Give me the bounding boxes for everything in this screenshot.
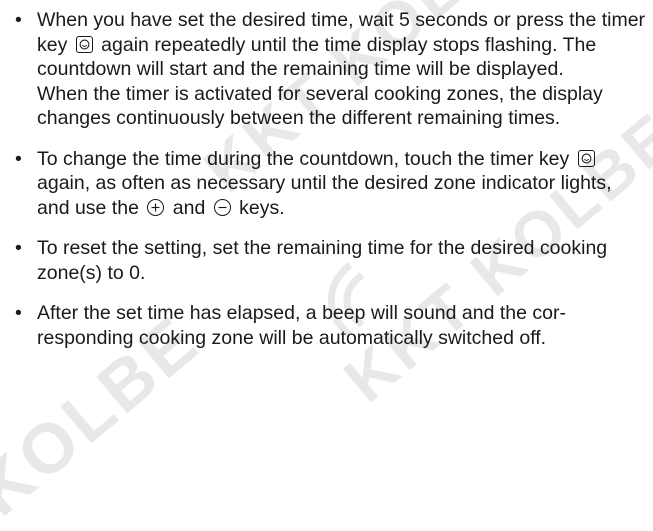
paragraph: To reset the setting, set the remaining … xyxy=(37,237,608,284)
list-item: • To change the time during the countdow… xyxy=(14,147,646,221)
bullet: • xyxy=(15,9,22,31)
list-item: • When you have set the desired time, wa… xyxy=(14,8,646,131)
paragraph: When the timer is activated for several … xyxy=(37,82,603,130)
plus-key-icon xyxy=(147,198,165,216)
timer-key-icon xyxy=(577,149,595,167)
bullet: • xyxy=(15,302,22,324)
paragraph: When you have set the desired time, wait… xyxy=(37,9,646,80)
list-item: • To reset the setting, set the remainin… xyxy=(14,236,646,285)
paragraph: To change the time during the countdown,… xyxy=(37,147,612,219)
timer-key-icon xyxy=(75,35,93,53)
bullet: • xyxy=(15,237,22,259)
bullet: • xyxy=(15,147,22,170)
paragraph: After the set time has elapsed, a beep w… xyxy=(37,302,566,349)
instructions-content: • When you have set the desired time, wa… xyxy=(0,0,646,350)
instruction-list: • When you have set the desired time, wa… xyxy=(14,8,646,350)
list-item: • After the set time has elapsed, a beep… xyxy=(14,301,646,350)
minus-key-icon xyxy=(213,198,231,216)
